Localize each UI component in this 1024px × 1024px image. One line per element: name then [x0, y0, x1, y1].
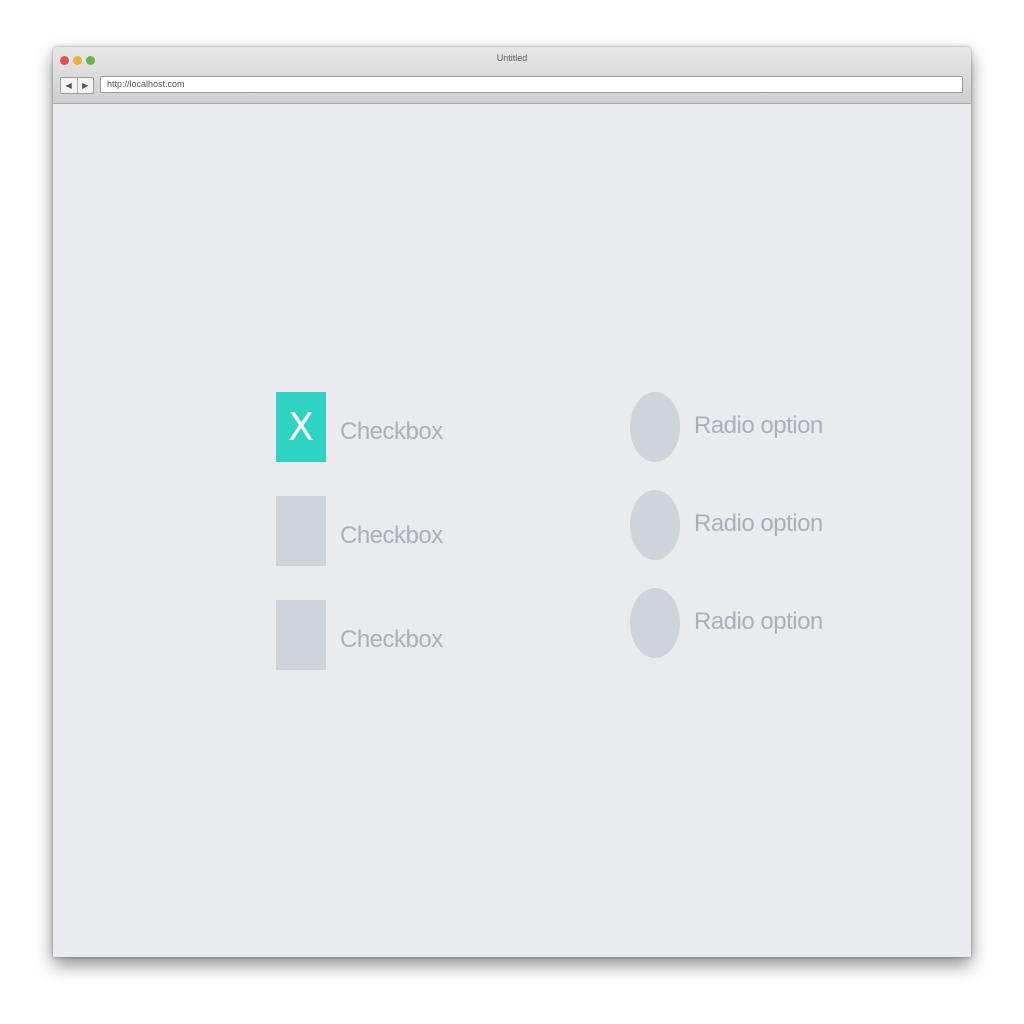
- radio-button[interactable]: [630, 392, 680, 462]
- forward-arrow-icon[interactable]: ▶: [76, 78, 94, 93]
- checkbox-checked[interactable]: X: [276, 392, 326, 462]
- browser-window: Untitled ◀ ▶ http://localhost.com X Chec…: [53, 47, 971, 957]
- checkbox-label: Checkbox: [340, 522, 443, 549]
- check-x-icon: [276, 496, 326, 566]
- radio-button[interactable]: [630, 490, 680, 560]
- checkbox-label: Checkbox: [340, 626, 443, 653]
- radio-label: Radio option: [694, 412, 823, 439]
- address-bar[interactable]: http://localhost.com: [100, 76, 963, 93]
- page-content: X Checkbox Checkbox Checkbox Radio optio…: [53, 104, 971, 957]
- radio-button[interactable]: [630, 588, 680, 658]
- back-arrow-icon[interactable]: ◀: [61, 78, 77, 93]
- check-x-icon: X: [287, 405, 315, 449]
- window-title: Untitled: [496, 53, 528, 63]
- navigation-buttons: ◀ ▶: [60, 77, 94, 94]
- check-x-icon: [276, 600, 326, 670]
- radio-label: Radio option: [694, 510, 823, 537]
- radio-label: Radio option: [694, 608, 823, 635]
- title-bar: Untitled ◀ ▶ http://localhost.com: [53, 47, 971, 104]
- checkbox-unchecked[interactable]: [276, 496, 326, 566]
- checkbox-unchecked[interactable]: [276, 600, 326, 670]
- checkbox-label: Checkbox: [340, 418, 443, 445]
